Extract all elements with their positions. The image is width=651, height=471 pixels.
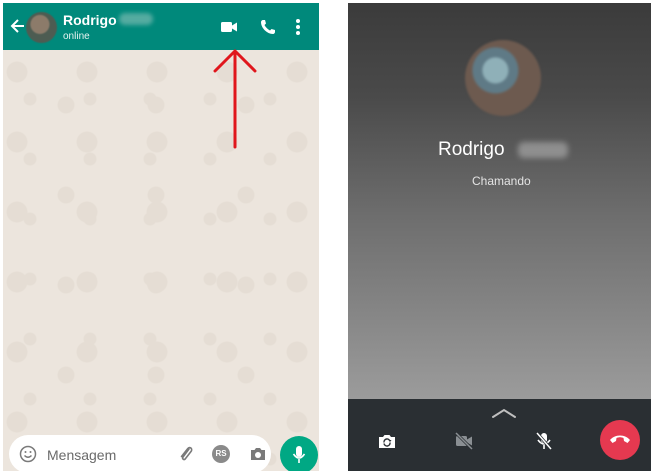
call-screen: Rodrigo Chamando xyxy=(348,3,651,471)
call-status: Chamando xyxy=(472,174,531,188)
more-vert-icon[interactable] xyxy=(293,17,303,37)
rs-badge[interactable]: RS xyxy=(212,445,230,463)
emoji-icon[interactable] xyxy=(19,445,37,463)
stage: Rodrigo online Mensagem RS Rodrigo Chama… xyxy=(0,0,651,471)
chat-screen: Rodrigo online Mensagem RS xyxy=(3,3,319,471)
message-input[interactable]: Mensagem xyxy=(47,447,116,463)
chat-wallpaper xyxy=(3,51,319,471)
video-call-icon[interactable] xyxy=(219,17,239,37)
avatar[interactable] xyxy=(26,12,57,43)
end-call-icon xyxy=(610,435,630,443)
contact-name[interactable]: Rodrigo xyxy=(63,12,117,28)
call-avatar xyxy=(465,40,541,116)
chevron-up-icon[interactable] xyxy=(491,407,517,419)
attach-clip-icon[interactable] xyxy=(177,444,195,464)
blurred-surname xyxy=(518,142,568,158)
chat-header: Rodrigo online xyxy=(3,3,319,50)
call-contact-name: Rodrigo xyxy=(438,139,505,160)
flip-camera-icon[interactable] xyxy=(376,430,398,452)
camera-icon[interactable] xyxy=(249,445,267,463)
video-off-icon[interactable] xyxy=(453,430,475,452)
mic-icon xyxy=(292,446,306,463)
blurred-surname xyxy=(119,13,153,25)
end-call-button[interactable] xyxy=(600,420,640,460)
mic-button[interactable] xyxy=(280,436,318,471)
contact-status: online xyxy=(63,31,90,42)
voice-call-icon[interactable] xyxy=(258,17,278,37)
annotation-arrow-icon xyxy=(213,49,257,149)
mic-off-icon[interactable] xyxy=(533,430,555,452)
back-arrow-icon[interactable] xyxy=(9,17,25,35)
message-input-bar[interactable]: Mensagem RS xyxy=(9,435,271,471)
